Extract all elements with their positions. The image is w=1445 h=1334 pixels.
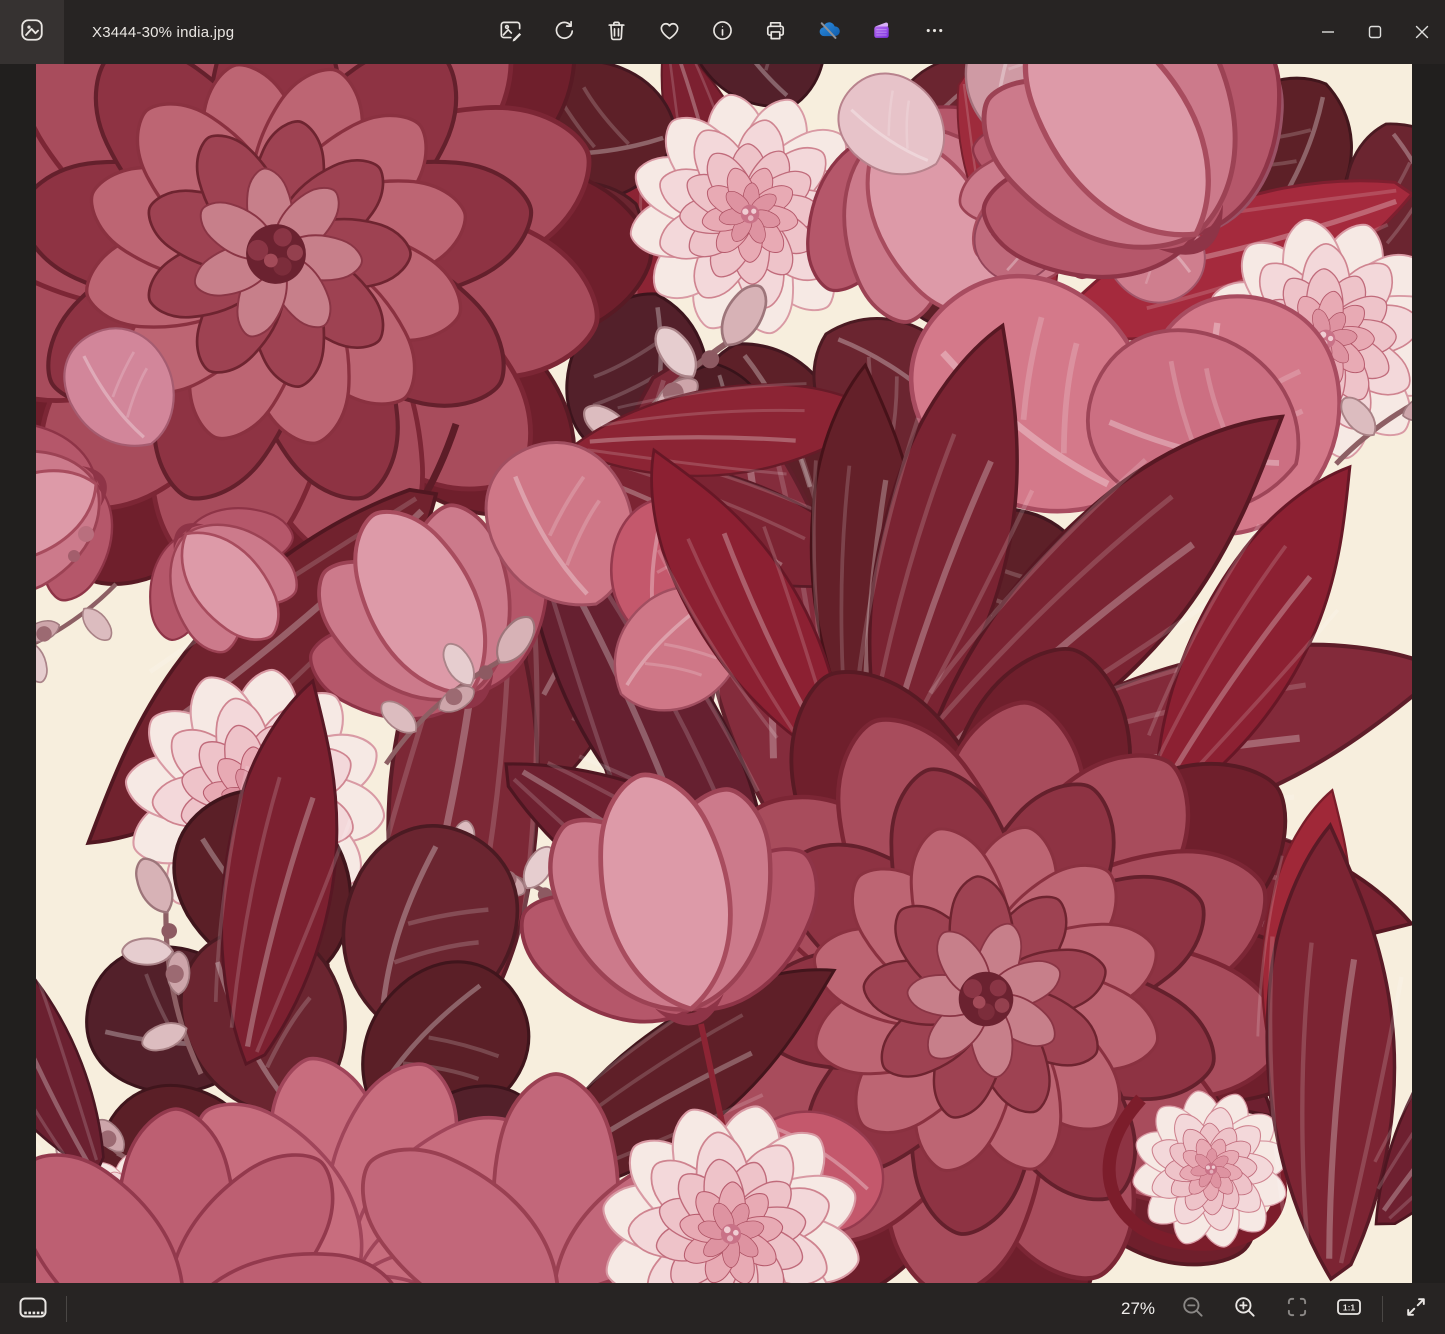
onedrive-offline-icon <box>815 17 842 47</box>
fullscreen-icon <box>1403 1294 1429 1323</box>
actual-size-button[interactable]: 1:1 <box>1330 1290 1368 1328</box>
window-controls <box>1304 0 1445 64</box>
actual-size-label: 1:1 <box>1343 1303 1356 1313</box>
title-bar: X3444-30% india.jpg <box>0 0 1445 64</box>
filmstrip-icon <box>18 1294 48 1324</box>
zoom-out-icon <box>1180 1294 1206 1323</box>
statusbar-divider-left <box>66 1296 67 1322</box>
zoom-out-button[interactable] <box>1174 1290 1212 1328</box>
clipchamp-icon <box>868 17 895 47</box>
info-icon <box>710 18 735 46</box>
clipchamp-button[interactable] <box>866 16 898 48</box>
rotate-icon <box>551 18 576 46</box>
photo-viewport[interactable] <box>36 64 1412 1283</box>
info-button[interactable] <box>707 16 739 48</box>
zoom-in-icon <box>1232 1294 1258 1323</box>
delete-button[interactable] <box>601 16 633 48</box>
more-options-button[interactable] <box>919 16 951 48</box>
rotate-button[interactable] <box>548 16 580 48</box>
statusbar-divider-right <box>1382 1296 1383 1322</box>
fullscreen-button[interactable] <box>1397 1290 1435 1328</box>
fit-to-window-icon <box>1284 1294 1310 1323</box>
actual-size-icon: 1:1 <box>1335 1294 1363 1323</box>
printer-icon <box>763 18 788 46</box>
app-icon-area <box>0 0 64 64</box>
floral-pattern-image <box>36 64 1412 1283</box>
window-title: X3444-30% india.jpg <box>92 0 234 64</box>
onedrive-button[interactable] <box>813 16 845 48</box>
edit-image-button[interactable] <box>495 16 527 48</box>
maximize-button[interactable] <box>1351 0 1398 64</box>
filmstrip-toggle-button[interactable] <box>14 1290 52 1328</box>
favorite-button[interactable] <box>654 16 686 48</box>
print-button[interactable] <box>760 16 792 48</box>
toolbar <box>495 0 951 64</box>
minimize-button[interactable] <box>1304 0 1351 64</box>
zoom-in-button[interactable] <box>1226 1290 1264 1328</box>
more-options-icon <box>922 18 947 46</box>
close-button[interactable] <box>1398 0 1445 64</box>
zoom-level-text: 27% <box>1116 1299 1160 1319</box>
edit-image-icon <box>498 18 523 46</box>
fit-to-window-button[interactable] <box>1278 1290 1316 1328</box>
trash-icon <box>604 18 629 46</box>
heart-icon <box>657 18 682 46</box>
photos-app-icon <box>19 17 45 48</box>
status-bar: 27% <box>0 1283 1445 1334</box>
